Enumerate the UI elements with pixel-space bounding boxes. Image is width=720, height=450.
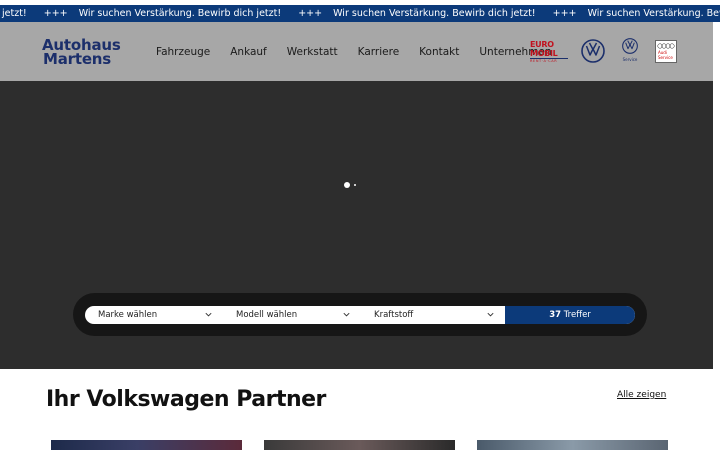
ticker-separator: +++ [43,8,68,19]
result-count: 37 [549,310,562,320]
euromobil-logo[interactable]: EURO MOBIL RENT·A·CAR [530,40,568,64]
nav-item-kontakt[interactable]: Kontakt [419,46,459,58]
nav-item-fahrzeuge[interactable]: Fahrzeuge [156,46,210,58]
chevron-down-icon [343,312,350,317]
site-header: Autohaus Martens Fahrzeuge Ankauf Werkst… [0,22,713,81]
slider-pagination [344,181,356,188]
brand-select[interactable]: Marke wählen [85,306,223,324]
audi-service-label: Audi Service [658,50,673,60]
vw-service-logo[interactable]: Service [620,38,640,64]
brand-logos: EURO MOBIL RENT·A·CAR Service Audi Servi… [530,22,710,81]
vw-logo[interactable] [581,39,605,63]
page: jetzt! +++ Wir suchen Verstärkung. Bewir… [0,0,720,450]
euromobil-line-1: EURO [530,40,554,49]
ticker-separator: +++ [298,8,323,19]
vw-service-label: Service [622,57,638,62]
ticker-message: Wir suchen Verstärkung. Bewirb dich jetz… [78,8,282,19]
model-select[interactable]: Modell wählen [223,306,361,324]
result-label: Treffer [563,310,591,320]
logo-line-2: Martens [43,50,111,68]
partner-card-image[interactable] [51,440,242,450]
site-logo[interactable]: Autohaus Martens [42,38,121,68]
see-all-link[interactable]: Alle zeigen [617,390,666,400]
show-results-button[interactable]: 37 Treffer [505,306,635,324]
nav-item-karriere[interactable]: Karriere [358,46,400,58]
scrollbar-track[interactable] [713,22,720,450]
nav-item-ankauf[interactable]: Ankauf [230,46,267,58]
fuel-select[interactable]: Kraftstoff [361,306,505,324]
ticker-message: Wir suchen Verstärkung. Bewirb dich jetz… [587,8,720,19]
model-select-value: Modell wählen [236,310,298,320]
audi-line-2: Service [658,54,673,60]
chevron-down-icon [487,312,494,317]
ticker-lead-text: jetzt! [2,8,27,19]
ticker-message: Wir suchen Verstärkung. Bewirb dich jetz… [333,8,536,19]
ticker-separator: +++ [552,8,577,19]
audi-service-logo[interactable]: Audi Service [655,40,677,63]
partner-card-image[interactable] [264,440,455,450]
hero-slider: Marke wählen Modell wählen Kraftstoff 37… [0,81,713,369]
audi-rings-icon [657,43,675,49]
slider-dot[interactable] [354,183,356,186]
vw-service-icon [622,38,638,54]
vw-logo-icon [581,39,605,63]
chevron-down-icon [205,312,212,317]
section-title: Ihr Volkswagen Partner [46,387,326,412]
euromobil-sub: RENT·A·CAR [530,58,568,63]
announcement-ticker[interactable]: jetzt! +++ Wir suchen Verstärkung. Bewir… [0,5,720,22]
vehicle-search-bar: Marke wählen Modell wählen Kraftstoff 37… [73,293,647,336]
nav-item-werkstatt[interactable]: Werkstatt [287,46,338,58]
brand-select-value: Marke wählen [98,310,158,320]
fuel-select-value: Kraftstoff [374,310,414,320]
partner-card-image[interactable] [477,440,668,450]
vehicle-search-form: Marke wählen Modell wählen Kraftstoff 37… [85,306,635,324]
slider-dot-active[interactable] [344,181,350,188]
main-nav: Fahrzeuge Ankauf Werkstatt Karriere Kont… [156,22,572,81]
euromobil-line-2: MOBIL [530,49,558,58]
